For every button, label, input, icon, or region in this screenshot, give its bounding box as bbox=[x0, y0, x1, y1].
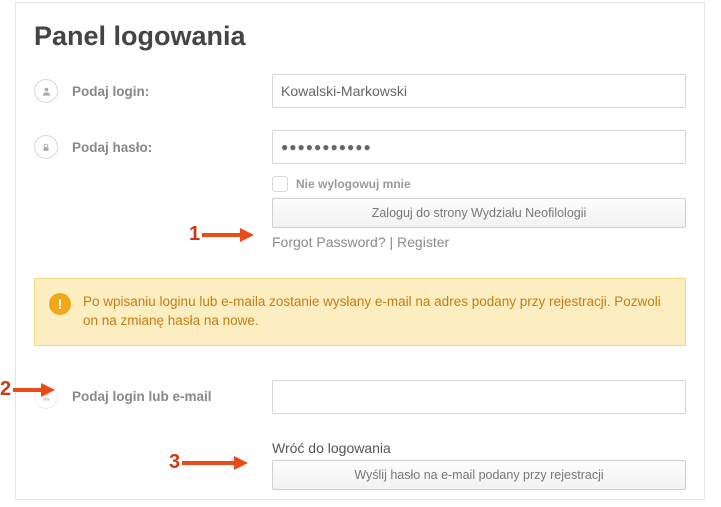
remember-row: Nie wylogowuj mnie bbox=[272, 176, 686, 192]
page-title: Panel logowania bbox=[16, 3, 704, 70]
password-label: Podaj hasło: bbox=[72, 140, 152, 155]
link-separator: | bbox=[386, 234, 397, 250]
annotation-number: 2 bbox=[0, 378, 11, 401]
alert-text: Po wpisaniu loginu lub e-maila zostanie … bbox=[83, 293, 671, 331]
warning-icon: ! bbox=[49, 293, 71, 315]
annotation-number: 3 bbox=[169, 451, 180, 474]
password-row: Podaj hasło: bbox=[16, 126, 704, 168]
recover-label: Podaj login lub e-mail bbox=[72, 389, 212, 404]
annotation-2: 2 bbox=[0, 378, 55, 401]
remember-checkbox[interactable] bbox=[272, 176, 288, 192]
lock-icon bbox=[34, 135, 58, 159]
recover-row: Podaj login lub e-mail bbox=[16, 376, 704, 418]
annotation-1: 1 bbox=[189, 223, 254, 246]
remember-label: Nie wylogowuj mnie bbox=[296, 177, 411, 191]
annotation-number: 1 bbox=[189, 223, 200, 246]
password-input[interactable] bbox=[272, 130, 686, 164]
login-panel: Panel logowania Podaj login: Podaj hasło… bbox=[15, 2, 705, 500]
recover-input[interactable] bbox=[272, 380, 686, 414]
arrow-icon bbox=[202, 228, 254, 242]
send-password-button[interactable]: Wyślij hasło na e-mail podany przy rejes… bbox=[272, 460, 686, 490]
info-alert: ! Po wpisaniu loginu lub e-maila zostani… bbox=[34, 278, 686, 346]
recover-label-col: Podaj login lub e-mail bbox=[34, 385, 272, 409]
login-row: Podaj login: bbox=[16, 70, 704, 112]
login-label-col: Podaj login: bbox=[34, 79, 272, 103]
auth-links: Forgot Password? | Register bbox=[272, 234, 686, 250]
login-input[interactable] bbox=[272, 74, 686, 108]
password-label-col: Podaj hasło: bbox=[34, 135, 272, 159]
forgot-password-link[interactable]: Forgot Password? bbox=[272, 234, 386, 250]
back-to-login-link[interactable]: Wróć do logowania bbox=[272, 440, 686, 456]
user-icon bbox=[34, 79, 58, 103]
register-link[interactable]: Register bbox=[397, 234, 449, 250]
arrow-icon bbox=[13, 383, 55, 397]
login-label: Podaj login: bbox=[72, 84, 149, 99]
annotation-3: 3 bbox=[169, 451, 248, 474]
login-button[interactable]: Zaloguj do strony Wydziału Neofilologii bbox=[272, 198, 686, 228]
arrow-icon bbox=[182, 456, 248, 470]
